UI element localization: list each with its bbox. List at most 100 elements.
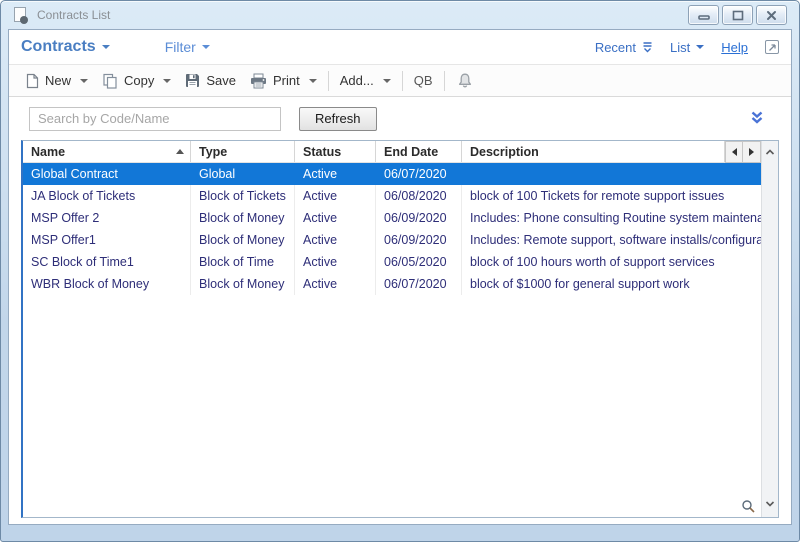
- cell-status: Active: [295, 229, 376, 251]
- table-row[interactable]: WBR Block of Money Block of Money Active…: [23, 273, 761, 295]
- cell-end-date: 06/08/2020: [376, 185, 462, 207]
- qb-button-label: QB: [414, 73, 433, 88]
- column-header-end-date[interactable]: End Date: [376, 141, 462, 162]
- cell-description: block of 100 hours worth of support serv…: [462, 251, 761, 273]
- sort-ascending-icon: [176, 149, 184, 154]
- contracts-menu[interactable]: Contracts: [21, 38, 110, 56]
- window-content: Contracts Filter Recent List: [8, 29, 792, 525]
- close-icon: [766, 10, 777, 21]
- cell-type: Global: [191, 163, 295, 185]
- qb-button[interactable]: QB: [407, 68, 440, 94]
- table-row[interactable]: MSP Offer 2 Block of Money Active 06/09/…: [23, 207, 761, 229]
- scroll-columns-right-button[interactable]: [743, 141, 761, 163]
- alerts-button[interactable]: [449, 68, 481, 94]
- print-button[interactable]: Print: [243, 68, 324, 94]
- table-row[interactable]: SC Block of Time1 Block of Time Active 0…: [23, 251, 761, 273]
- copy-icon: [102, 73, 118, 89]
- chevron-down-icon: [696, 45, 704, 49]
- vertical-scrollbar[interactable]: [761, 141, 778, 517]
- cell-end-date: 06/09/2020: [376, 207, 462, 229]
- copy-button[interactable]: Copy: [95, 68, 178, 94]
- cell-end-date: 06/09/2020: [376, 229, 462, 251]
- cell-status: Active: [295, 251, 376, 273]
- popout-button[interactable]: [765, 40, 779, 54]
- menu-right-group: Recent List Help: [595, 40, 779, 55]
- cell-status: Active: [295, 207, 376, 229]
- column-header-end-date-label: End Date: [384, 145, 438, 159]
- cell-description: Includes: Phone consulting Routine syste…: [462, 207, 761, 229]
- new-button-label: New: [45, 73, 71, 88]
- new-button[interactable]: New: [19, 68, 95, 94]
- table-row[interactable]: Global Contract Global Active 06/07/2020: [23, 163, 761, 185]
- cell-end-date: 06/05/2020: [376, 251, 462, 273]
- cell-type: Block of Money: [191, 273, 295, 295]
- contracts-menu-label: Contracts: [21, 38, 96, 56]
- scroll-down-button[interactable]: [763, 496, 777, 514]
- magnifier-icon: [741, 499, 756, 514]
- column-header-name[interactable]: Name: [23, 141, 191, 162]
- cell-description: block of $1000 for general support work: [462, 273, 761, 295]
- add-button-label: Add...: [340, 73, 374, 88]
- copy-button-label: Copy: [124, 73, 154, 88]
- chevron-down-icon: [80, 79, 88, 83]
- scroll-up-button[interactable]: [763, 144, 777, 162]
- refresh-button[interactable]: Refresh: [299, 107, 377, 131]
- toolbar-separator: [402, 71, 403, 91]
- column-header-type-label: Type: [199, 145, 227, 159]
- save-floppy-icon: [185, 73, 200, 88]
- cell-name: WBR Block of Money: [23, 273, 191, 295]
- table-row[interactable]: MSP Offer1 Block of Money Active 06/09/2…: [23, 229, 761, 251]
- help-link[interactable]: Help: [721, 40, 748, 55]
- grid-zoom-button[interactable]: [738, 497, 758, 515]
- cell-description: block of 100 Tickets for remote support …: [462, 185, 761, 207]
- print-icon: [250, 73, 267, 89]
- cell-type: Block of Money: [191, 229, 295, 251]
- list-menu[interactable]: List: [670, 40, 704, 55]
- search-bar: Refresh: [9, 97, 791, 140]
- bell-icon: [456, 72, 474, 90]
- minimize-icon: [698, 11, 710, 20]
- app-window: Contracts List Contracts Filter: [0, 0, 800, 542]
- cell-status: Active: [295, 273, 376, 295]
- cell-description: Includes: Remote support, software insta…: [462, 229, 761, 251]
- popout-arrow-icon: [768, 43, 777, 52]
- add-button[interactable]: Add...: [333, 68, 398, 94]
- column-header-type[interactable]: Type: [191, 141, 295, 162]
- save-button[interactable]: Save: [178, 68, 243, 94]
- column-header-status-label: Status: [303, 145, 341, 159]
- toolbar: New Copy Save: [9, 64, 791, 97]
- filter-menu-label: Filter: [165, 39, 196, 55]
- close-button[interactable]: [756, 5, 787, 25]
- cell-name: JA Block of Tickets: [23, 185, 191, 207]
- cell-type: Block of Money: [191, 207, 295, 229]
- grid-inner: Name Type Status End Date Description: [23, 141, 761, 517]
- column-header-description-label: Description: [470, 145, 539, 159]
- chevron-up-icon: [763, 147, 777, 157]
- column-scroll-buttons: [725, 141, 761, 162]
- cell-name: MSP Offer1: [23, 229, 191, 251]
- column-header-name-label: Name: [31, 145, 65, 159]
- maximize-button[interactable]: [722, 5, 753, 25]
- window-icon: [14, 7, 28, 24]
- chevron-down-icon: [202, 45, 210, 49]
- new-page-icon: [26, 73, 39, 89]
- save-button-label: Save: [206, 73, 236, 88]
- cell-status: Active: [295, 185, 376, 207]
- recent-menu[interactable]: Recent: [595, 40, 653, 55]
- chevron-down-icon: [383, 79, 391, 83]
- filter-menu[interactable]: Filter: [165, 39, 210, 55]
- grid-body: Global Contract Global Active 06/07/2020…: [23, 163, 761, 295]
- print-button-label: Print: [273, 73, 300, 88]
- triangle-right-icon: [749, 148, 754, 156]
- menu-bar: Contracts Filter Recent List: [9, 30, 791, 64]
- table-row[interactable]: JA Block of Tickets Block of Tickets Act…: [23, 185, 761, 207]
- column-header-status[interactable]: Status: [295, 141, 376, 162]
- scroll-columns-left-button[interactable]: [725, 141, 743, 163]
- cell-name: SC Block of Time1: [23, 251, 191, 273]
- search-input[interactable]: [29, 107, 281, 131]
- minimize-button[interactable]: [688, 5, 719, 25]
- cell-end-date: 06/07/2020: [376, 163, 462, 185]
- recent-lines-chevron-icon: [642, 41, 653, 53]
- column-header-description[interactable]: Description: [462, 141, 725, 162]
- expand-panel-button[interactable]: [750, 111, 764, 129]
